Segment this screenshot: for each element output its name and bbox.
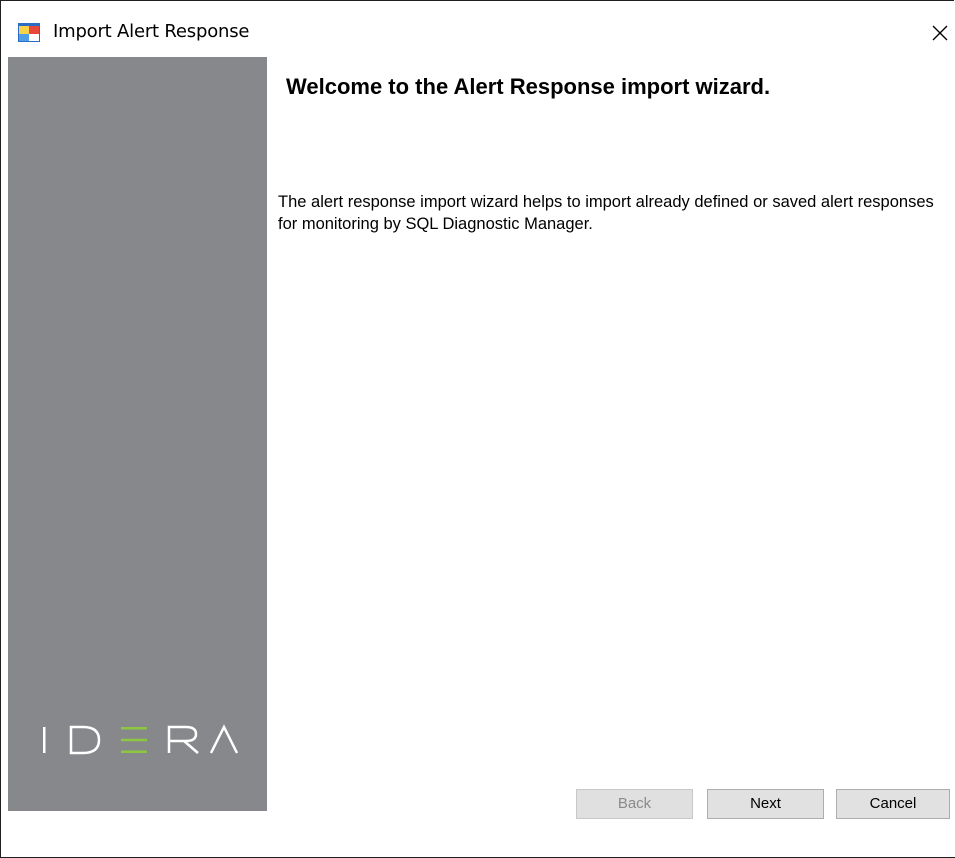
wizard-headline: Welcome to the Alert Response import wiz…	[286, 74, 771, 99]
back-button[interactable]: Back	[576, 789, 693, 819]
idera-logo	[43, 724, 239, 755]
close-icon[interactable]	[925, 17, 955, 47]
title-bar[interactable]: Import Alert Response	[1, 1, 955, 57]
import-alert-response-window: Import Alert Response Welcome to the Ale…	[0, 0, 955, 858]
wizard-description: The alert response import wizard helps t…	[278, 193, 934, 233]
next-button[interactable]: Next	[707, 789, 824, 819]
wizard-sidebar	[8, 57, 267, 811]
app-window-icon	[18, 23, 40, 42]
window-title: Import Alert Response	[53, 21, 250, 42]
cancel-button[interactable]: Cancel	[836, 789, 950, 819]
